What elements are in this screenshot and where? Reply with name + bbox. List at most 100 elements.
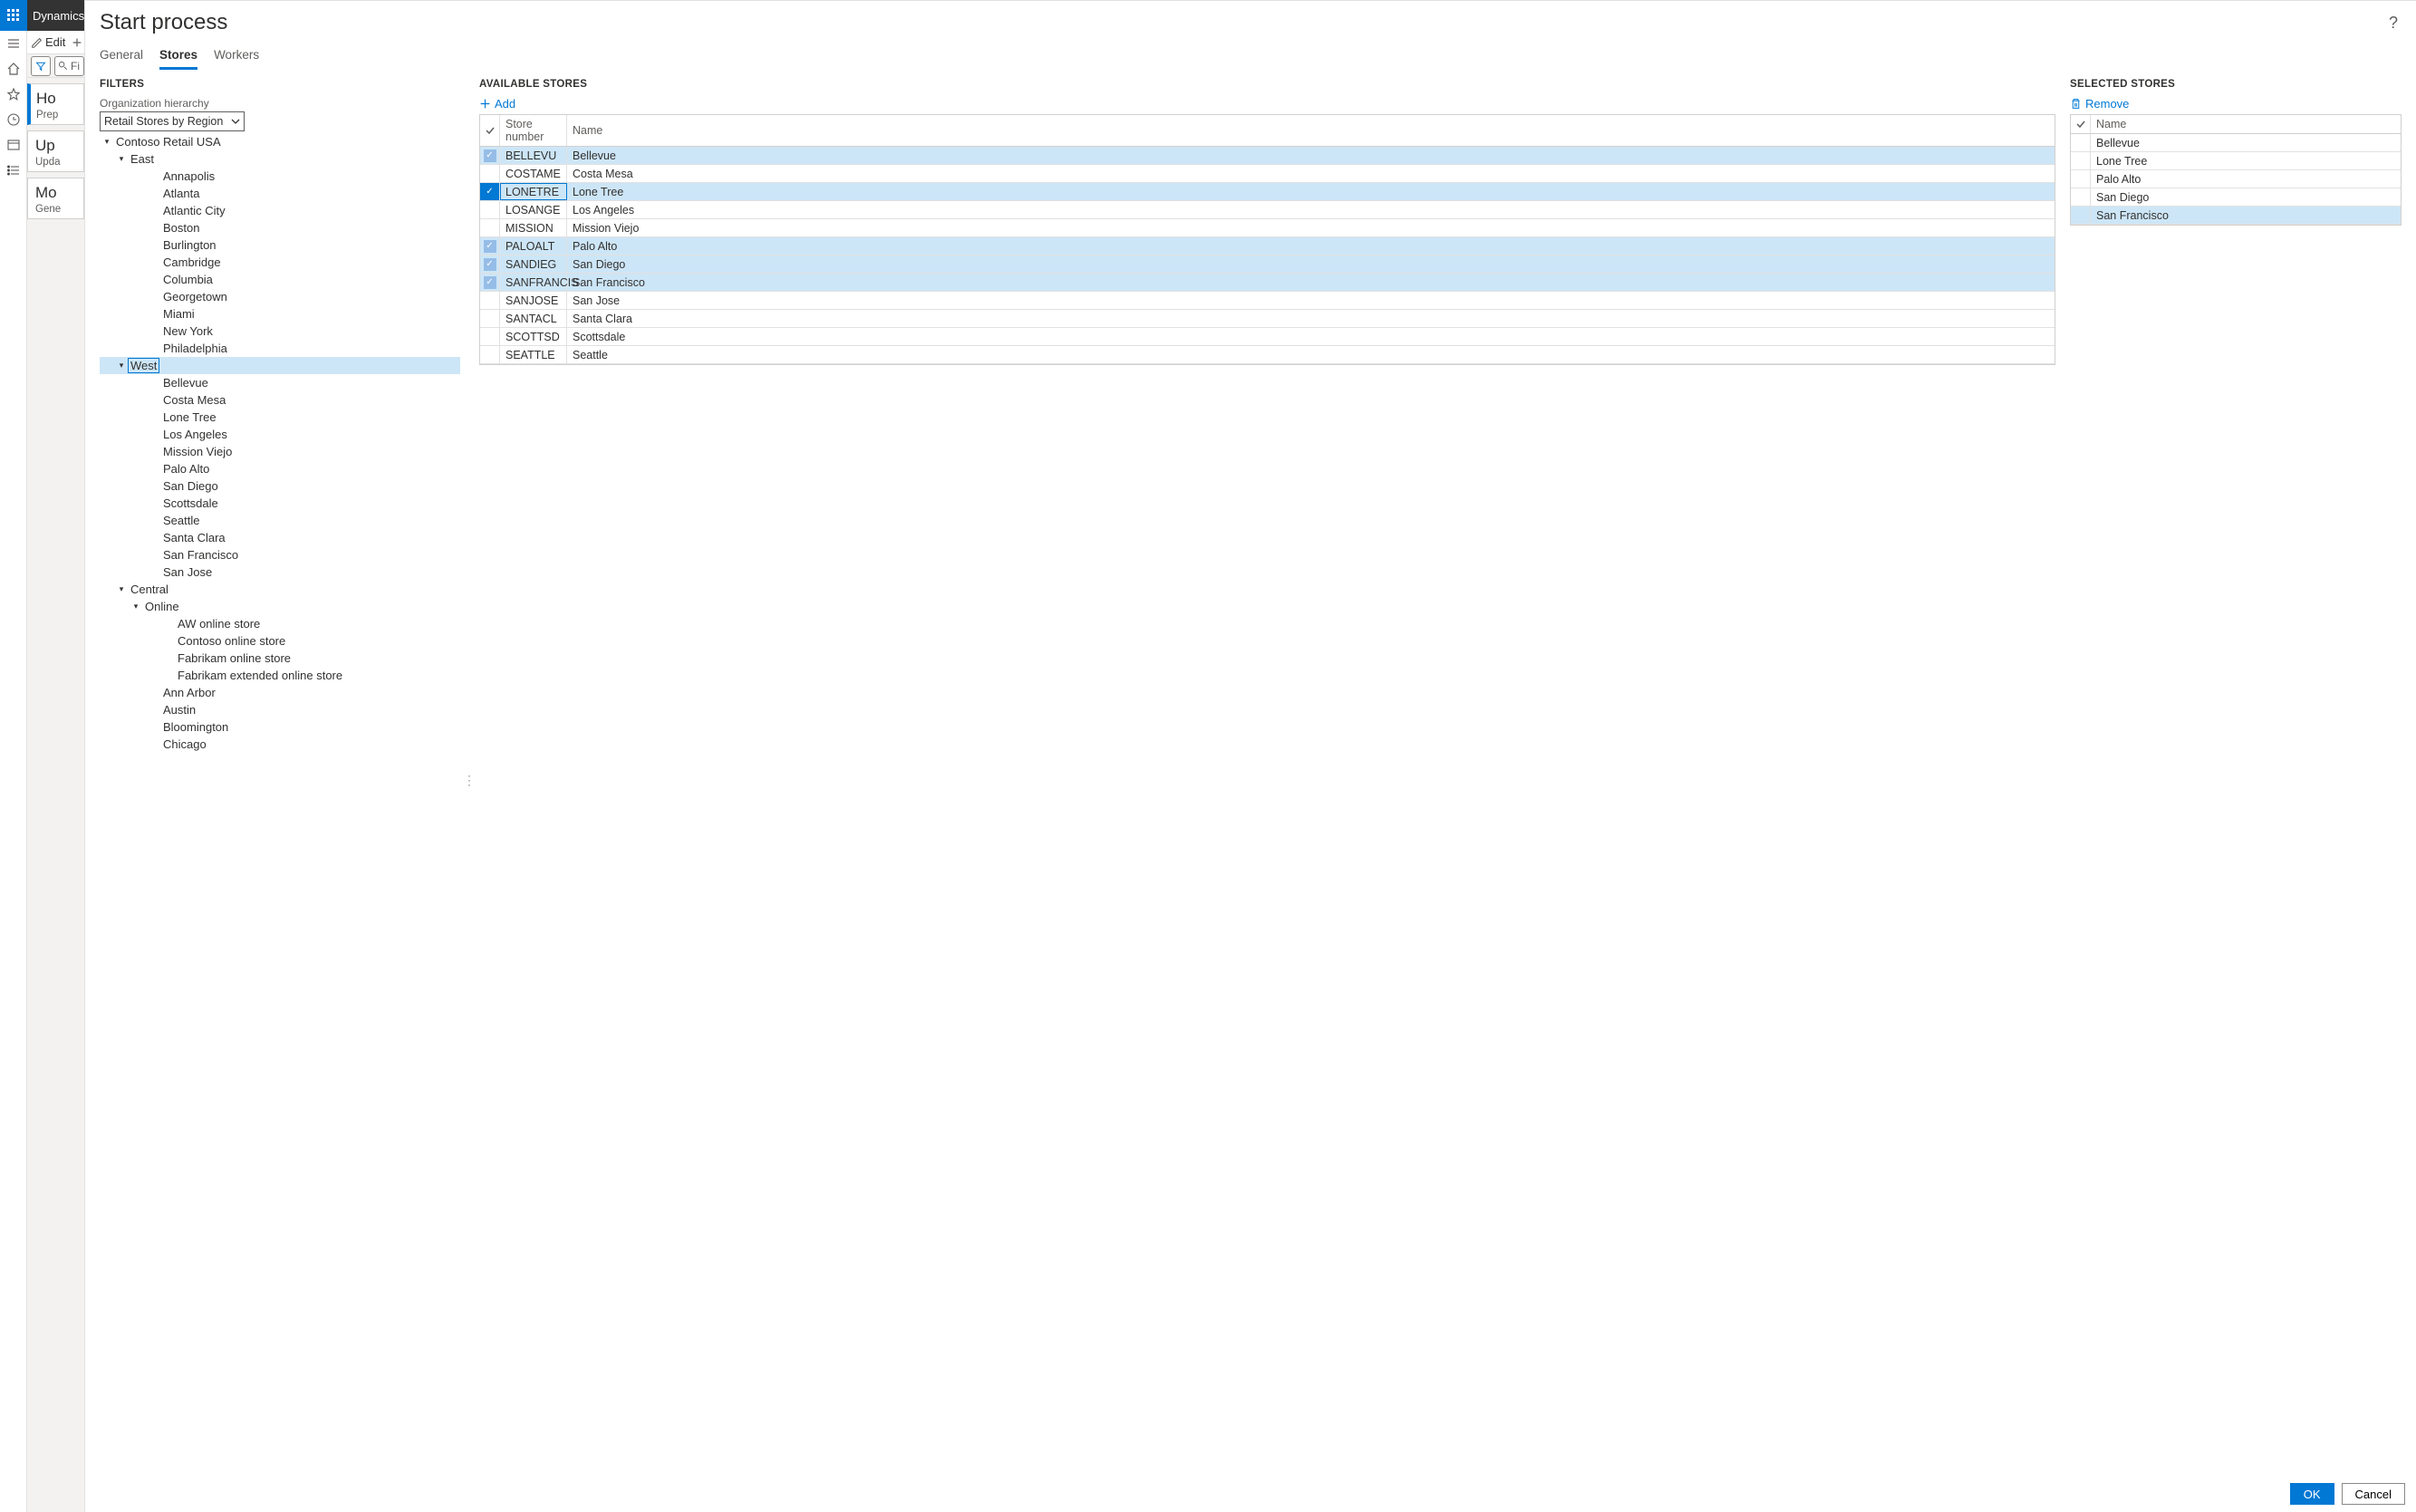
- table-row[interactable]: San Diego: [2071, 188, 2401, 207]
- tree-node[interactable]: Cambridge: [100, 254, 460, 271]
- tree-node[interactable]: Columbia: [100, 271, 460, 288]
- remove-button[interactable]: Remove: [2070, 93, 2402, 114]
- table-row[interactable]: SANTACLSanta Clara: [480, 310, 2055, 328]
- row-checkbox[interactable]: ✓: [480, 255, 500, 273]
- tree-node[interactable]: Costa Mesa: [100, 391, 460, 409]
- tree-node[interactable]: ▾Online: [100, 598, 460, 615]
- tree-node[interactable]: Burlington: [100, 236, 460, 254]
- list-icon[interactable]: [0, 158, 27, 183]
- background-card[interactable]: MoGene: [27, 178, 84, 219]
- row-checkbox[interactable]: [2071, 188, 2091, 206]
- table-row[interactable]: ✓SANDIEGSan Diego: [480, 255, 2055, 274]
- ok-button[interactable]: OK: [2290, 1483, 2334, 1505]
- tree-node[interactable]: San Jose: [100, 563, 460, 581]
- table-row[interactable]: ✓PALOALTPalo Alto: [480, 237, 2055, 255]
- tree-node[interactable]: Austin: [100, 701, 460, 718]
- tree-node[interactable]: Seattle: [100, 512, 460, 529]
- tree-node[interactable]: ▾West: [100, 357, 460, 374]
- plus-icon[interactable]: [71, 36, 83, 49]
- table-row[interactable]: Lone Tree: [2071, 152, 2401, 170]
- app-launcher-icon[interactable]: [0, 0, 27, 31]
- row-checkbox[interactable]: ✓: [480, 183, 500, 200]
- row-checkbox[interactable]: [480, 346, 500, 363]
- col-name[interactable]: Name: [567, 115, 2055, 146]
- tree-node[interactable]: Lone Tree: [100, 409, 460, 426]
- table-row[interactable]: SANJOSESan Jose: [480, 292, 2055, 310]
- tree-node[interactable]: Mission Viejo: [100, 443, 460, 460]
- tree-node[interactable]: New York: [100, 323, 460, 340]
- filter-icon[interactable]: [31, 56, 51, 76]
- table-row[interactable]: SCOTTSDScottsdale: [480, 328, 2055, 346]
- table-row[interactable]: San Francisco: [2071, 207, 2401, 225]
- row-checkbox[interactable]: [480, 310, 500, 327]
- row-checkbox[interactable]: [2071, 134, 2091, 151]
- home-icon[interactable]: [0, 56, 27, 82]
- row-checkbox[interactable]: [480, 292, 500, 309]
- tree-node[interactable]: Chicago: [100, 736, 460, 753]
- tree-node[interactable]: Atlantic City: [100, 202, 460, 219]
- tree-node[interactable]: ▾Central: [100, 581, 460, 598]
- tree-node[interactable]: Santa Clara: [100, 529, 460, 546]
- tab-workers[interactable]: Workers: [214, 44, 259, 70]
- tree-node[interactable]: Fabrikam online store: [100, 650, 460, 667]
- tree-node[interactable]: Contoso online store: [100, 632, 460, 650]
- table-row[interactable]: ✓BELLEVUBellevue: [480, 147, 2055, 165]
- row-checkbox[interactable]: [480, 328, 500, 345]
- add-button[interactable]: Add: [479, 93, 2055, 114]
- tree-node[interactable]: Palo Alto: [100, 460, 460, 477]
- tree-node[interactable]: Ann Arbor: [100, 684, 460, 701]
- tree-node[interactable]: Atlanta: [100, 185, 460, 202]
- table-row[interactable]: Bellevue: [2071, 134, 2401, 152]
- table-row[interactable]: Palo Alto: [2071, 170, 2401, 188]
- star-icon[interactable]: [0, 82, 27, 107]
- col-name[interactable]: Name: [2091, 115, 2401, 133]
- tree-node[interactable]: Miami: [100, 305, 460, 323]
- tree-node[interactable]: San Francisco: [100, 546, 460, 563]
- select-all-checkbox[interactable]: [2071, 115, 2091, 133]
- cancel-button[interactable]: Cancel: [2342, 1483, 2405, 1505]
- tree-node[interactable]: ▾Contoso Retail USA: [100, 133, 460, 150]
- tab-general[interactable]: General: [100, 44, 143, 70]
- tree-node[interactable]: Scottsdale: [100, 495, 460, 512]
- row-checkbox[interactable]: ✓: [480, 237, 500, 255]
- row-checkbox[interactable]: ✓: [480, 147, 500, 164]
- background-card[interactable]: UpUpda: [27, 130, 84, 172]
- tree-node[interactable]: Bellevue: [100, 374, 460, 391]
- row-checkbox[interactable]: [2071, 207, 2091, 224]
- tree-node[interactable]: Philadelphia: [100, 340, 460, 357]
- row-checkbox[interactable]: [2071, 170, 2091, 188]
- tree-node[interactable]: Boston: [100, 219, 460, 236]
- table-row[interactable]: SEATTLESeattle: [480, 346, 2055, 364]
- recent-icon[interactable]: [0, 107, 27, 132]
- help-icon[interactable]: ?: [2385, 10, 2402, 36]
- row-checkbox[interactable]: [480, 165, 500, 182]
- table-row[interactable]: ✓SANFRANCISSan Francisco: [480, 274, 2055, 292]
- table-row[interactable]: ✓LONETRELone Tree: [480, 183, 2055, 201]
- col-store-number[interactable]: Store number: [500, 115, 567, 146]
- hamburger-icon[interactable]: [0, 31, 27, 56]
- table-row[interactable]: COSTAMECosta Mesa: [480, 165, 2055, 183]
- tree-node[interactable]: ▾East: [100, 150, 460, 168]
- tree-node[interactable]: Fabrikam extended online store: [100, 667, 460, 684]
- background-card[interactable]: HoPrep: [27, 83, 84, 125]
- edit-label[interactable]: Edit: [45, 35, 65, 49]
- org-tree[interactable]: ▾Contoso Retail USA▾EastAnnapolisAtlanta…: [100, 133, 460, 1469]
- row-checkbox[interactable]: [2071, 152, 2091, 169]
- tree-node[interactable]: Annapolis: [100, 168, 460, 185]
- resize-handle-icon[interactable]: ⋮: [464, 773, 468, 791]
- tree-node[interactable]: Georgetown: [100, 288, 460, 305]
- workspace-icon[interactable]: [0, 132, 27, 158]
- row-checkbox[interactable]: ✓: [480, 274, 500, 291]
- filter-search-input[interactable]: Fi: [54, 56, 84, 76]
- tree-node[interactable]: Bloomington: [100, 718, 460, 736]
- tab-stores[interactable]: Stores: [159, 44, 197, 70]
- row-checkbox[interactable]: [480, 219, 500, 236]
- table-row[interactable]: LOSANGELos Angeles: [480, 201, 2055, 219]
- org-hierarchy-dropdown[interactable]: Retail Stores by Region: [100, 111, 245, 131]
- select-all-checkbox[interactable]: [480, 115, 500, 146]
- row-checkbox[interactable]: [480, 201, 500, 218]
- table-row[interactable]: MISSIONMission Viejo: [480, 219, 2055, 237]
- tree-node[interactable]: San Diego: [100, 477, 460, 495]
- tree-node[interactable]: AW online store: [100, 615, 460, 632]
- tree-node[interactable]: Los Angeles: [100, 426, 460, 443]
